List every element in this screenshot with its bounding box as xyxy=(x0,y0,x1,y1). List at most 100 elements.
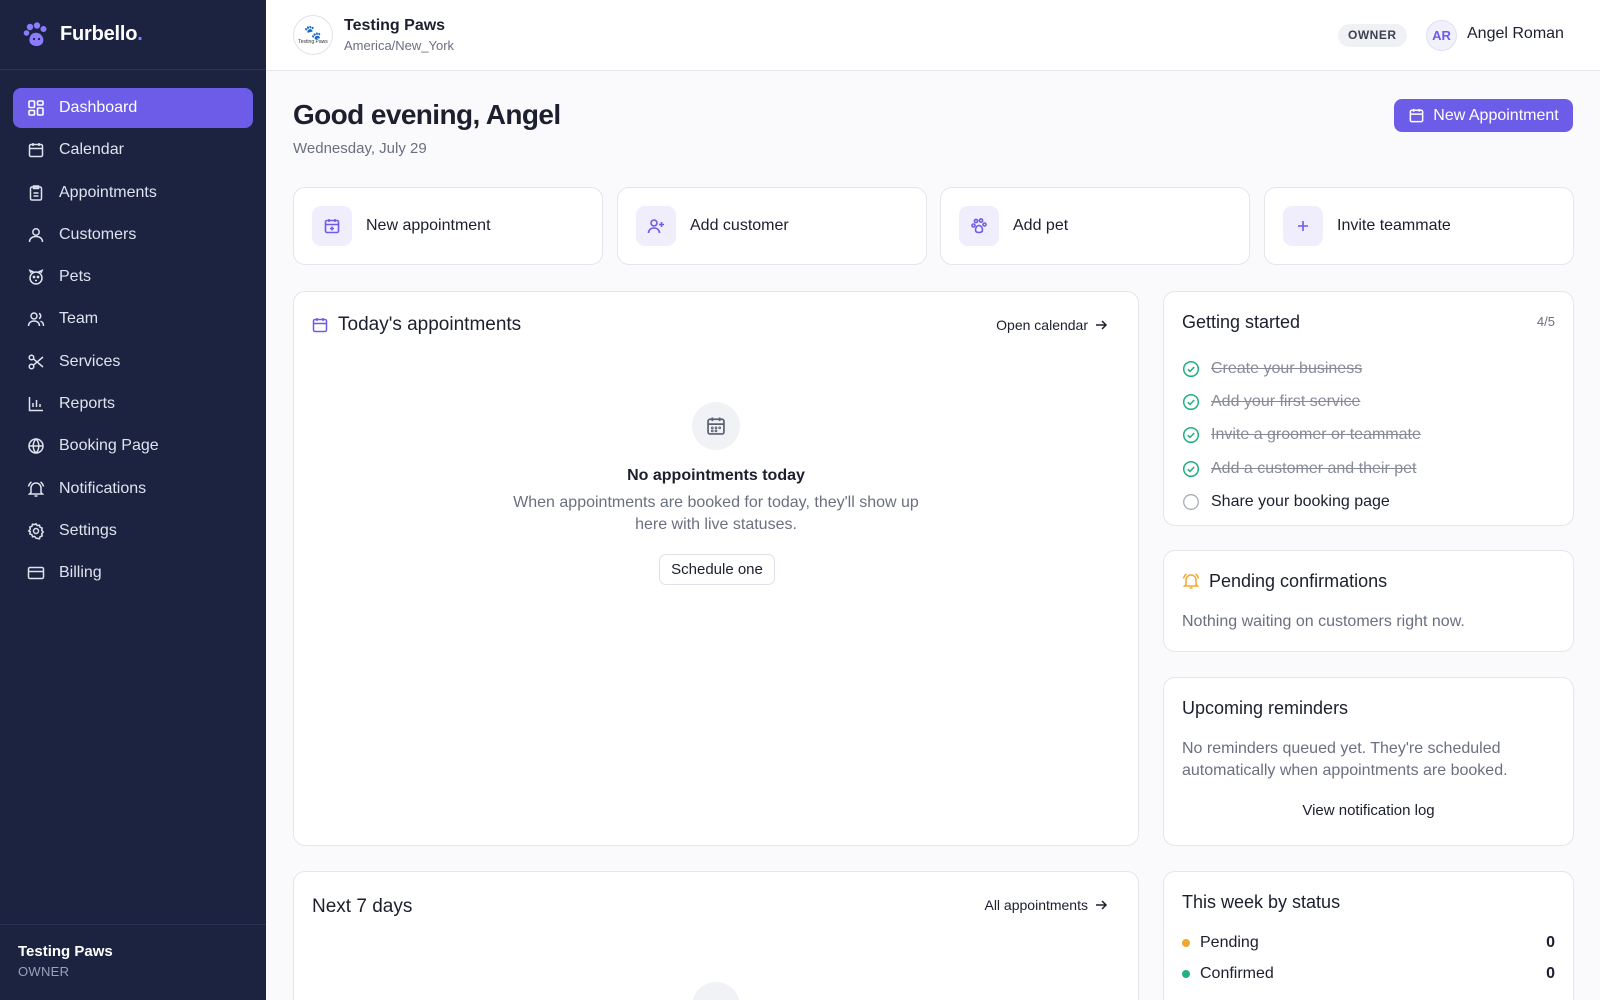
quick-action-label: Invite teammate xyxy=(1337,217,1451,234)
sidebar-item-billing[interactable]: Billing xyxy=(13,553,253,593)
status-row-confirmed[interactable]: Confirmed 0 xyxy=(1182,965,1555,983)
current-date: Wednesday, July 29 xyxy=(293,140,427,157)
all-appointments-link[interactable]: All appointments xyxy=(984,897,1108,913)
sidebar-user-role: OWNER xyxy=(18,964,70,979)
sidebar-item-label: Dashboard xyxy=(59,99,138,116)
credit-card-icon xyxy=(27,564,45,582)
new-appointment-button[interactable]: New Appointment xyxy=(1394,99,1573,132)
sidebar-item-label: Reports xyxy=(59,395,116,413)
sidebar-item-label: Settings xyxy=(59,521,117,539)
new-appointment-label: New Appointment xyxy=(1433,106,1559,124)
avatar[interactable]: AR xyxy=(1426,20,1457,51)
card-title: This week by status xyxy=(1182,892,1341,912)
calendar-icon xyxy=(692,982,740,1000)
status-label: Confirmed xyxy=(1200,965,1274,982)
status-dot xyxy=(1182,970,1190,978)
card-title: Upcoming reminders xyxy=(1182,698,1349,718)
business-timezone: America/New_York xyxy=(344,38,455,53)
sidebar-item-label: Services xyxy=(59,352,121,370)
calendar-icon xyxy=(1409,108,1424,123)
sidebar-nav: Dashboard Calendar Appointments Customer… xyxy=(0,70,266,593)
business-logo-text: Testing Paws xyxy=(298,39,328,45)
todays-appointments-card: Today's appointments Open calendar No ap… xyxy=(293,291,1139,846)
status-label: Pending xyxy=(1200,934,1259,951)
link-label: All appointments xyxy=(984,897,1088,913)
calendar-icon xyxy=(692,402,740,450)
card-title: Pending confirmations xyxy=(1209,571,1388,591)
sidebar-item-label: Billing xyxy=(59,564,102,582)
sidebar-item-calendar[interactable]: Calendar xyxy=(13,130,253,170)
sidebar-footer[interactable]: Testing Paws OWNER xyxy=(0,924,266,1000)
checklist-item-label: Add a customer and their pet xyxy=(1211,459,1417,477)
calendar-icon xyxy=(27,141,45,159)
quick-action-add-customer[interactable]: Add customer xyxy=(617,187,927,265)
card-title: Getting started xyxy=(1182,312,1301,332)
sidebar-item-label: Notifications xyxy=(59,479,147,497)
sidebar-item-team[interactable]: Team xyxy=(13,299,253,339)
sidebar: Furbello. Dashboard Calendar Appointment… xyxy=(0,0,266,1000)
brand[interactable]: Furbello. xyxy=(0,0,266,70)
sidebar-item-label: Team xyxy=(59,310,99,328)
dashboard-icon xyxy=(27,99,45,117)
business-logo[interactable]: 🐾 Testing Paws xyxy=(293,15,333,55)
checklist-item-label: Invite a groomer or teammate xyxy=(1211,426,1421,444)
checklist-progress: 4/5 xyxy=(1536,314,1555,329)
checklist-item[interactable]: Create your business xyxy=(1182,352,1421,385)
status-count: 0 xyxy=(1546,965,1555,982)
user-name[interactable]: Angel Roman xyxy=(1467,25,1564,43)
schedule-one-button[interactable]: Schedule one xyxy=(659,554,775,585)
sidebar-item-dashboard[interactable]: Dashboard xyxy=(13,88,253,128)
check-circle-icon xyxy=(1182,393,1200,410)
sidebar-item-label: Customers xyxy=(59,225,137,243)
next-7-days-card: Next 7 days All appointments xyxy=(293,871,1139,1000)
status-row-pending[interactable]: Pending 0 xyxy=(1182,934,1555,952)
empty-circle-icon xyxy=(1183,493,1199,510)
business-name: Testing Paws xyxy=(344,17,446,34)
sidebar-item-pets[interactable]: Pets xyxy=(13,257,253,297)
scissors-icon xyxy=(27,353,45,371)
user-plus-icon xyxy=(636,206,676,246)
paw-logo-icon xyxy=(23,21,47,46)
quick-action-new-appointment[interactable]: New appointment xyxy=(293,187,603,265)
check-circle-icon xyxy=(1182,360,1200,377)
globe-icon xyxy=(27,437,45,455)
sidebar-item-customers[interactable]: Customers xyxy=(13,215,253,255)
empty-state-title: No appointments today xyxy=(627,467,805,484)
sidebar-item-label: Pets xyxy=(59,268,92,286)
pending-empty-text: Nothing waiting on customers right now. xyxy=(1182,613,1465,630)
arrow-right-icon xyxy=(1096,320,1108,330)
page-title: Good evening, Angel xyxy=(293,99,561,130)
checklist-item[interactable]: Share your booking page xyxy=(1182,485,1421,518)
clipboard-icon xyxy=(27,184,45,202)
link-label: Open calendar xyxy=(996,317,1088,333)
topbar: 🐾 Testing Paws Testing Paws America/New_… xyxy=(266,0,1600,71)
checklist-item[interactable]: Invite a groomer or teammate xyxy=(1182,419,1421,452)
getting-started-card: Getting started 4/5 Create your business… xyxy=(1163,291,1574,526)
status-count: 0 xyxy=(1546,934,1555,951)
sidebar-item-appointments[interactable]: Appointments xyxy=(13,173,253,213)
checklist-item[interactable]: Add your first service xyxy=(1182,385,1421,418)
sidebar-item-settings[interactable]: Settings xyxy=(13,511,253,551)
quick-action-add-pet[interactable]: Add pet xyxy=(940,187,1250,265)
card-title: Next 7 days xyxy=(312,896,413,917)
week-status-card: This week by status Pending 0 Confirmed … xyxy=(1163,871,1574,1000)
sidebar-item-notifications[interactable]: Notifications xyxy=(13,469,253,509)
sidebar-item-label: Appointments xyxy=(59,183,157,201)
sidebar-item-reports[interactable]: Reports xyxy=(13,384,253,424)
sidebar-business-name: Testing Paws xyxy=(18,943,113,960)
checklist-item-label: Share your booking page xyxy=(1211,492,1390,510)
quick-action-invite-teammate[interactable]: Invite teammate xyxy=(1264,187,1574,265)
card-title: Today's appointments xyxy=(338,314,522,335)
quick-action-label: Add customer xyxy=(690,217,789,234)
sidebar-item-booking-page[interactable]: Booking Page xyxy=(13,426,253,466)
user-icon xyxy=(27,226,45,244)
checklist-item[interactable]: Add a customer and their pet xyxy=(1182,452,1421,485)
open-calendar-link[interactable]: Open calendar xyxy=(996,317,1108,333)
gear-icon xyxy=(27,522,45,540)
view-notification-log-link[interactable]: View notification log xyxy=(1164,802,1573,819)
users-icon xyxy=(27,310,45,328)
checklist-item-label: Create your business xyxy=(1211,359,1363,377)
brand-name: Furbello. xyxy=(60,23,143,45)
paw-logo-icon: 🐾 xyxy=(304,24,322,40)
sidebar-item-services[interactable]: Services xyxy=(13,342,253,382)
